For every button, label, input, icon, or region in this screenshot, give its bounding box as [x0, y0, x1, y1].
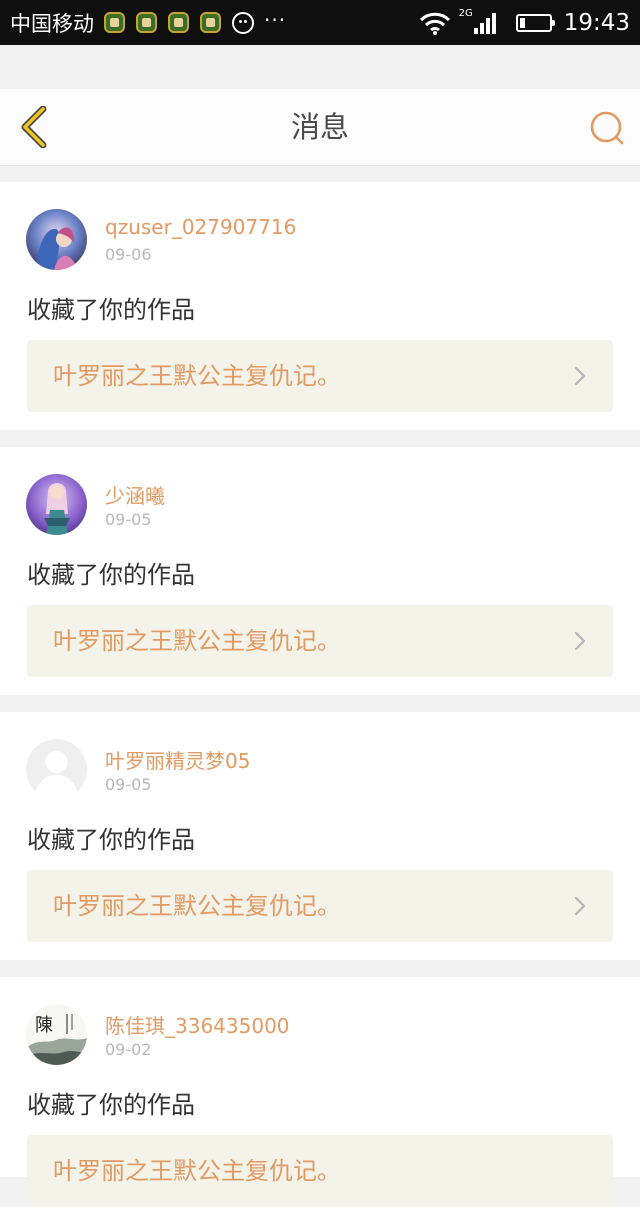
message-card[interactable]: 叶罗丽精灵梦05 09-05 收藏了你的作品 叶罗丽之王默公主复仇记。	[0, 712, 640, 960]
user-avatar[interactable]	[26, 474, 87, 535]
more-notifications-icon: ···	[264, 7, 287, 32]
username[interactable]: qzuser_027907716	[105, 215, 296, 239]
message-card[interactable]: 少涵曦 09-05 收藏了你的作品 叶罗丽之王默公主复仇记。	[0, 447, 640, 695]
work-link[interactable]: 叶罗丽之王默公主复仇记。	[27, 340, 613, 412]
user-avatar[interactable]	[26, 739, 87, 800]
navigation-header: 消息	[0, 89, 640, 166]
search-button[interactable]	[586, 107, 628, 149]
page-title: 消息	[290, 110, 349, 144]
work-title: 叶罗丽之王默公主复仇记。	[53, 627, 341, 655]
message-date: 09-02	[105, 1040, 152, 1059]
clock: 19:43	[563, 9, 630, 36]
fantasy-girl-avatar	[26, 209, 87, 270]
avatar-calligraphy: 陳	[35, 1015, 53, 1036]
username[interactable]: 陈佳琪_336435000	[105, 1010, 290, 1039]
default-user-avatar	[26, 739, 87, 800]
message-text: 收藏了你的作品	[27, 1091, 195, 1119]
work-title: 叶罗丽之王默公主复仇记。	[53, 1157, 341, 1185]
chevron-right-icon	[574, 631, 586, 651]
app-notification-icon	[200, 12, 221, 33]
app-notification-icon	[168, 12, 189, 33]
message-text: 收藏了你的作品	[27, 296, 195, 324]
battery-icon	[515, 13, 555, 32]
app-notification-icon	[104, 12, 125, 33]
username[interactable]: 叶罗丽精灵梦05	[105, 745, 250, 774]
signal-icon	[473, 12, 498, 34]
message-date: 09-05	[105, 775, 152, 794]
work-title: 叶罗丽之王默公主复仇记。	[53, 362, 341, 390]
work-link[interactable]: 叶罗丽之王默公主复仇记。	[27, 605, 613, 677]
work-link[interactable]: 叶罗丽之王默公主复仇记。	[27, 870, 613, 942]
user-avatar[interactable]: 陳	[26, 1004, 87, 1065]
message-date: 09-06	[105, 245, 152, 264]
message-text: 收藏了你的作品	[27, 561, 195, 589]
wifi-icon	[419, 12, 450, 35]
work-link[interactable]: 叶罗丽之王默公主复仇记。	[27, 1135, 613, 1207]
message-text: 收藏了你的作品	[27, 826, 195, 854]
message-card[interactable]: 陳 陈佳琪_336435000 09-02 收藏了你的作品 叶罗丽之王默公主复仇…	[0, 977, 640, 1207]
username[interactable]: 少涵曦	[105, 480, 165, 509]
work-title: 叶罗丽之王默公主复仇记。	[53, 892, 341, 920]
chevron-right-icon	[574, 896, 586, 916]
chevron-right-icon	[574, 366, 586, 386]
carrier-name: 中国移动	[10, 11, 94, 36]
message-card[interactable]: qzuser_027907716 09-06 收藏了你的作品 叶罗丽之王默公主复…	[0, 182, 640, 430]
message-date: 09-05	[105, 510, 152, 529]
user-avatar[interactable]	[26, 209, 87, 270]
doll-avatar	[26, 474, 87, 535]
search-icon	[590, 111, 624, 145]
network-type-label: 2G	[458, 8, 473, 19]
status-bar: 中国移动 ··· 2G 19:43	[0, 0, 640, 45]
smiley-icon	[232, 11, 254, 34]
app-notification-icon	[136, 12, 157, 33]
ink-painting-avatar: 陳	[26, 1004, 87, 1065]
